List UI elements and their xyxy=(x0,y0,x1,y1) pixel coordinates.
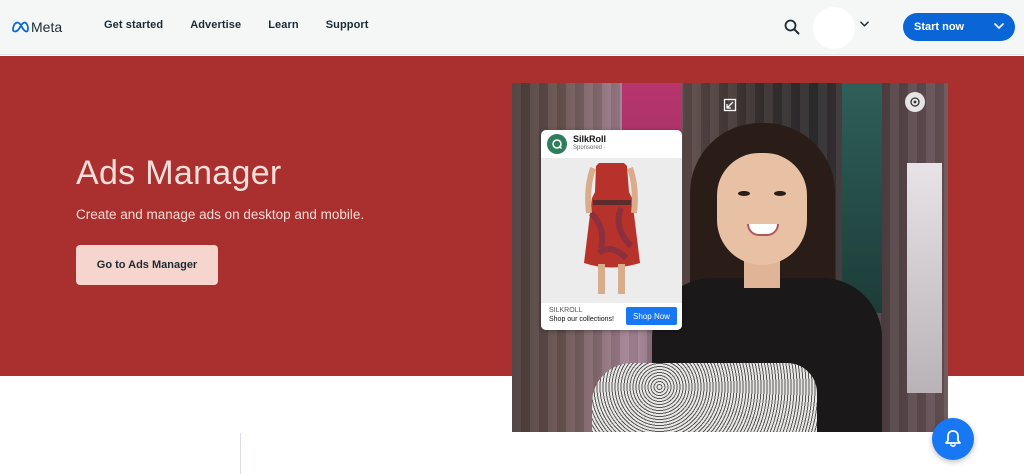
nav-support[interactable]: Support xyxy=(326,19,369,31)
ad-brand-name: SilkRoll xyxy=(573,134,607,144)
sponsored-ad-card[interactable]: SilkRoll Sponsored · SILKROLL Shop our c… xyxy=(541,130,682,330)
silkroll-logo-icon xyxy=(552,139,563,150)
go-to-ads-manager-button[interactable]: Go to Ads Manager xyxy=(76,245,218,285)
ad-product-image xyxy=(541,158,682,303)
person-eye xyxy=(738,191,750,196)
logo-text: Meta xyxy=(31,19,63,35)
hero-subtitle: Create and manage ads on desktop and mob… xyxy=(76,207,365,222)
meta-logo[interactable]: Meta xyxy=(11,19,62,35)
silkroll-logo xyxy=(547,134,567,154)
dress-illustration xyxy=(541,158,682,303)
avatar[interactable] xyxy=(813,7,855,49)
nav-get-started[interactable]: Get started xyxy=(104,19,163,31)
search-icon xyxy=(784,19,800,35)
start-now-button[interactable]: Start now xyxy=(903,13,1015,41)
meta-logo-icon xyxy=(12,21,29,33)
search-button[interactable] xyxy=(782,17,802,37)
teal-garments xyxy=(842,83,882,313)
shop-now-button[interactable]: Shop Now xyxy=(626,307,677,325)
person-eye xyxy=(774,191,786,196)
start-now-label: Start now xyxy=(914,21,965,33)
chevron-down-icon xyxy=(859,21,869,27)
chevron-down-icon xyxy=(994,23,1004,29)
ad-sponsored-label: Sponsored · xyxy=(573,145,606,151)
minimize-icon xyxy=(723,98,737,112)
main-nav: Get started Advertise Learn Support xyxy=(104,19,369,31)
white-garments xyxy=(907,163,942,393)
ad-footer: SILKROLL Shop our collections! Shop Now xyxy=(541,303,682,330)
accessibility-button[interactable] xyxy=(905,92,925,112)
content-divider xyxy=(240,433,241,474)
minimize-button[interactable] xyxy=(720,95,740,115)
account-menu-toggle[interactable] xyxy=(858,18,870,30)
person-face xyxy=(717,153,807,265)
accessibility-icon xyxy=(910,97,920,107)
ad-site-name: SILKROLL xyxy=(549,307,583,314)
notifications-button[interactable] xyxy=(932,418,974,460)
patterned-clothing xyxy=(592,363,817,432)
ad-header: SilkRoll Sponsored · xyxy=(541,130,682,158)
bell-icon xyxy=(945,430,961,448)
page-title: Ads Manager xyxy=(76,154,282,192)
nav-advertise[interactable]: Advertise xyxy=(190,19,241,31)
nav-learn[interactable]: Learn xyxy=(268,19,298,31)
ad-description: Shop our collections! xyxy=(549,316,614,323)
top-navigation-bar: Meta Get started Advertise Learn Support… xyxy=(0,0,1024,55)
